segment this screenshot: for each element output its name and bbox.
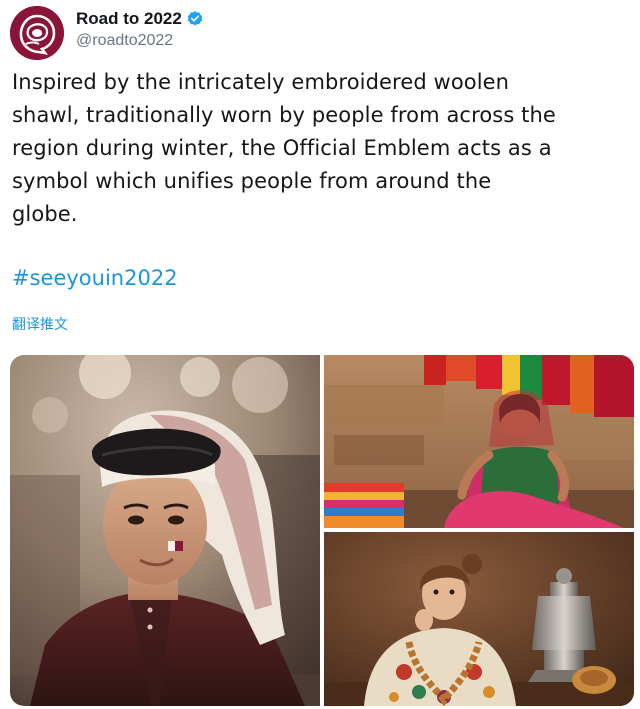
- tweet-text: Inspired by the intricately embroidered …: [12, 66, 634, 231]
- photo-child-with-samovar[interactable]: [324, 532, 634, 706]
- translate-tweet-link[interactable]: 翻译推文: [12, 314, 68, 334]
- photo-woman-with-shawls[interactable]: [324, 355, 634, 528]
- tweet-text-line: globe.: [12, 202, 78, 226]
- user-handle[interactable]: @roadto2022: [76, 32, 204, 50]
- tweet-card: Road to 2022 @roadto2022 Inspired by the…: [0, 0, 640, 709]
- photo-boy-in-ghutra[interactable]: [10, 355, 320, 706]
- verified-badge-icon: [187, 11, 203, 26]
- tweet-text-line: shawl, traditionally worn by people from…: [12, 103, 556, 127]
- tweet-text-line: region during winter, the Official Emble…: [12, 136, 552, 160]
- hashtag-link[interactable]: #seeyouin2022: [12, 262, 178, 295]
- tweet-text-line: Inspired by the intricately embroidered …: [12, 70, 510, 94]
- boy-in-ghutra-photo: [10, 355, 320, 706]
- media-grid: [10, 355, 634, 706]
- child-with-samovar-photo: [324, 532, 634, 706]
- name-row: Road to 2022: [76, 8, 204, 30]
- tweet-text-line: symbol which unifies people from around …: [12, 169, 492, 193]
- avatar[interactable]: [10, 6, 64, 60]
- woman-with-shawls-photo: [324, 355, 634, 528]
- user-info: Road to 2022 @roadto2022: [76, 8, 204, 50]
- qatar-2022-emblem-icon: [10, 6, 64, 60]
- display-name[interactable]: Road to 2022: [76, 9, 182, 29]
